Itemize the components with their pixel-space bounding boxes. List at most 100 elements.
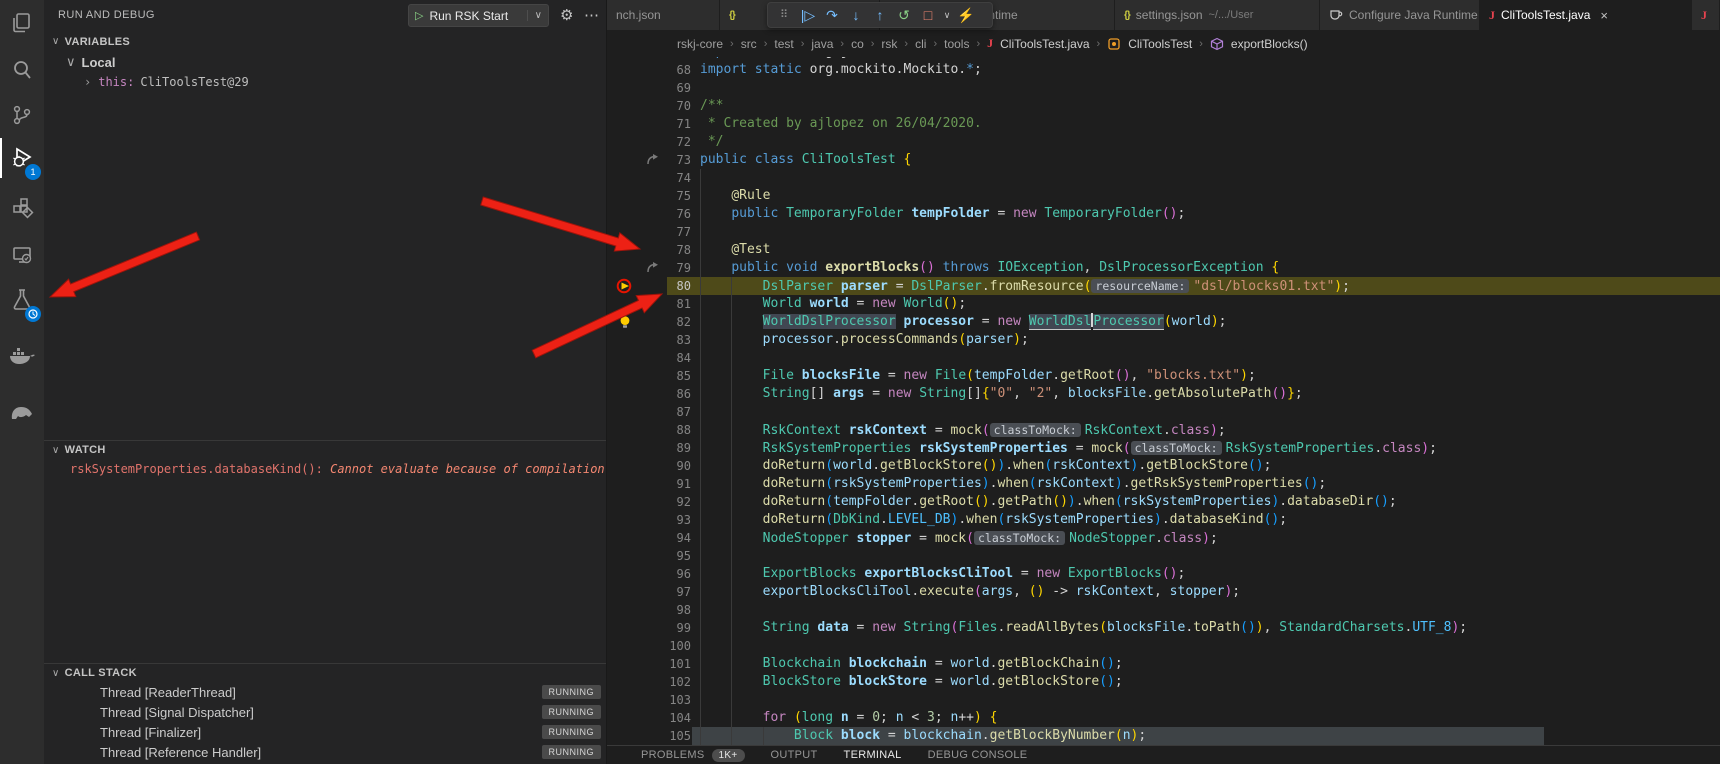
panel-tab-debug-console[interactable]: DEBUG CONSOLE [928, 749, 1028, 761]
code-line[interactable]: 92 doReturn(tempFolder.getRoot().getPath… [607, 493, 1720, 511]
breadcrumb-folder-rsk[interactable]: rsk [881, 37, 897, 51]
code-line[interactable]: 93 doReturn(DbKind.LEVEL_DB).when(rskSys… [607, 511, 1720, 529]
breadcrumb-class[interactable]: CliToolsTest [1128, 37, 1192, 51]
glyph-margin[interactable] [609, 259, 641, 277]
more-actions-icon[interactable]: ⋯ [584, 6, 599, 24]
code-line[interactable]: 102 BlockStore blockStore = world.getBlo… [607, 673, 1720, 691]
call-stack-thread-row[interactable]: Thread [Finalizer]RUNNING [44, 722, 606, 742]
activity-bar-item-run-and-debug-icon[interactable]: 1 [0, 138, 44, 178]
code-line[interactable]: 69 [607, 79, 1720, 97]
gear-icon[interactable]: ⚙ [560, 6, 573, 24]
code-line[interactable]: 91 doReturn(rskSystemProperties).when(rs… [607, 475, 1720, 493]
breadcrumb-method[interactable]: exportBlocks() [1231, 37, 1308, 51]
step-into-icon[interactable]: ↓ [844, 3, 868, 27]
code-line[interactable]: 85 File blocksFile = new File(tempFolder… [607, 367, 1720, 385]
extensions-icon [10, 195, 34, 219]
glyph-margin [609, 619, 641, 637]
code-line[interactable]: 78 @Test [607, 241, 1720, 259]
variables-section-header[interactable]: ∨ VARIABLES [44, 32, 606, 51]
step-out-icon[interactable]: ↑ [868, 3, 892, 27]
code-line[interactable]: 73public class CliToolsTest { [607, 151, 1720, 169]
code-line[interactable]: 71 * Created by ajlopez on 26/04/2020. [607, 115, 1720, 133]
current-execution-pointer-icon[interactable] [609, 277, 641, 295]
code-line[interactable]: 81 World world = new World(); [607, 295, 1720, 313]
activity-bar-item-extensions-icon[interactable] [0, 187, 44, 227]
breadcrumb-folder-cli[interactable]: cli [915, 37, 926, 51]
watch-section-header[interactable]: ∨ WATCH [44, 440, 606, 459]
code-line[interactable]: 87 [607, 403, 1720, 421]
watch-expression-row[interactable]: rskSystemProperties.databaseKind(): Cann… [44, 459, 606, 479]
close-icon[interactable]: × [1600, 8, 1608, 23]
code-line[interactable]: 104 for (long n = 0; n < 3; n++) { [607, 709, 1720, 727]
code-line[interactable]: 97 exportBlocksCliTool.execute(args, () … [607, 583, 1720, 601]
code-line[interactable]: 96 ExportBlocks exportBlocksCliTool = ne… [607, 565, 1720, 583]
code-line[interactable]: 95 [607, 547, 1720, 565]
lightbulb-icon[interactable] [609, 313, 641, 331]
activity-bar-item-docker-icon[interactable] [0, 335, 44, 375]
code-line[interactable]: 76 public TemporaryFolder tempFolder = n… [607, 205, 1720, 223]
call-stack-thread-row[interactable]: Thread [Signal Dispatcher]RUNNING [44, 702, 606, 722]
restart-icon[interactable]: ↺ [892, 3, 916, 27]
step-over-icon[interactable]: ↷ [820, 3, 844, 27]
variables-scope-local[interactable]: ∨ Local [44, 52, 606, 72]
code-line[interactable]: 75 @Rule [607, 187, 1720, 205]
code-line[interactable]: 77 [607, 223, 1720, 241]
variable-this-row[interactable]: › this: CliToolsTest@29 [44, 72, 606, 92]
breadcrumb-file[interactable]: CliToolsTest.java [1000, 37, 1089, 51]
activity-bar-item-testing-beaker-icon[interactable] [0, 280, 44, 320]
code-line[interactable]: 90 doReturn(world.getBlockStore()).when(… [607, 457, 1720, 475]
call-stack-section-header[interactable]: ∨ CALL STACK [44, 663, 606, 682]
launch-config-dropdown[interactable]: ▷ Run RSK Start ∨ [408, 4, 549, 27]
code-line[interactable]: 84 [607, 349, 1720, 367]
panel-tab-problems[interactable]: PROBLEMS1K+ [641, 749, 745, 762]
code-line[interactable]: 72 */ [607, 133, 1720, 151]
activity-bar-item-source-control-icon[interactable] [0, 95, 44, 135]
code-line[interactable]: 79 public void exportBlocks() throws IOE… [607, 259, 1720, 277]
panel-tab-output[interactable]: OUTPUT [771, 749, 818, 761]
breadcrumb-folder-java[interactable]: java [811, 37, 833, 51]
glyph-margin [609, 349, 641, 367]
code-line[interactable]: 100 [607, 637, 1720, 655]
breadcrumb-folder-rskj-core[interactable]: rskj-core [677, 37, 723, 51]
code-line[interactable]: 74 [607, 169, 1720, 187]
activity-bar-item-explorer-icon[interactable] [0, 3, 44, 43]
breadcrumb[interactable]: rskj-core›src›test›java›co›rsk›cli›tools… [607, 30, 1720, 57]
breadcrumb-folder-tools[interactable]: tools [944, 37, 969, 51]
editor-tab-settings.json[interactable]: {}settings.json~/.../User [1115, 0, 1320, 30]
code-line[interactable]: 98 [607, 601, 1720, 619]
editor-tab-untitled-6[interactable]: J [1692, 0, 1720, 30]
breadcrumb-folder-src[interactable]: src [741, 37, 757, 51]
continue-icon[interactable]: |▷ [796, 3, 820, 27]
editor-tab-CliToolsTest.java[interactable]: JCliToolsTest.java× [1480, 0, 1692, 30]
code-line[interactable]: 68import static org.mockito.Mockito.*; [607, 61, 1720, 79]
code-line[interactable]: 83 processor.processCommands(parser); [607, 331, 1720, 349]
hot-code-replace-icon[interactable]: ⚡ [954, 3, 978, 27]
editor-tab-nch.json[interactable]: nch.json [607, 0, 720, 30]
code-line[interactable]: 99 String data = new String(Files.readAl… [607, 619, 1720, 637]
code-line[interactable]: 86 String[] args = new String[]{"0", "2"… [607, 385, 1720, 403]
start-debug-icon[interactable]: ▷ [415, 9, 423, 22]
code-editor[interactable]: 67import static org.junit.Assert.*;68imp… [607, 57, 1720, 745]
editor-tab-Configure Java Runtime[interactable]: Configure Java Runtime [1320, 0, 1480, 30]
panel-tab-terminal[interactable]: TERMINAL [844, 749, 902, 761]
call-stack-thread-row[interactable]: Thread [ReaderThread]RUNNING [44, 682, 606, 702]
activity-bar-item-remote-explorer-icon[interactable] [0, 235, 44, 275]
code-line[interactable]: 105 Block block = blockchain.getBlockByN… [607, 727, 1720, 745]
glyph-margin[interactable] [609, 151, 641, 169]
code-line[interactable]: 70/** [607, 97, 1720, 115]
code-line[interactable]: 89 RskSystemProperties rskSystemProperti… [607, 439, 1720, 457]
code-line[interactable]: 94 NodeStopper stopper = mock(classToMoc… [607, 529, 1720, 547]
activity-bar-item-gradle-elephant-icon[interactable] [0, 392, 44, 432]
activity-bar-item-search-icon[interactable] [0, 50, 44, 90]
code-line[interactable]: 82 WorldDslProcessor processor = new Wor… [607, 313, 1720, 331]
call-stack-thread-row[interactable]: Thread [Reference Handler]RUNNING [44, 742, 606, 762]
stop-icon[interactable]: □ [916, 3, 940, 27]
code-line[interactable]: 101 Blockchain blockchain = world.getBlo… [607, 655, 1720, 673]
breadcrumb-folder-co[interactable]: co [851, 37, 864, 51]
code-line[interactable]: 88 RskContext rskContext = mock(classToM… [607, 421, 1720, 439]
code-line[interactable]: 103 [607, 691, 1720, 709]
breadcrumb-folder-test[interactable]: test [774, 37, 793, 51]
chevron-down-icon[interactable]: ∨ [527, 10, 542, 21]
chevron-down-icon[interactable]: ∨ [940, 3, 954, 27]
code-line[interactable]: 80 DslParser parser = DslParser.fromReso… [607, 277, 1720, 295]
